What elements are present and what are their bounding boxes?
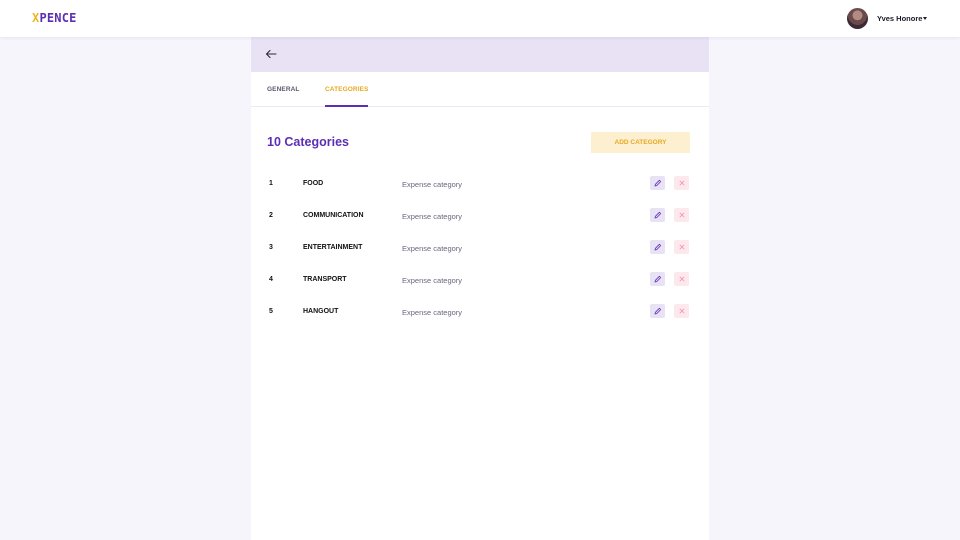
panel-header xyxy=(251,37,709,72)
avatar[interactable] xyxy=(847,8,868,29)
arrow-left-icon[interactable] xyxy=(265,49,277,59)
row-number: 5 xyxy=(269,308,273,315)
tab-bar: GENERAL CATEGORIES xyxy=(251,72,709,107)
user-name[interactable]: Yves Honore xyxy=(877,14,922,23)
close-icon xyxy=(679,276,684,282)
pencil-icon xyxy=(654,211,661,219)
app-logo[interactable]: XPENCE xyxy=(32,11,77,25)
close-icon xyxy=(679,244,684,250)
close-icon xyxy=(679,180,684,186)
pencil-icon xyxy=(654,179,661,187)
logo-rest: PENCE xyxy=(39,11,77,25)
category-description: Expense category xyxy=(402,180,463,189)
delete-button[interactable] xyxy=(674,208,689,222)
tab-categories[interactable]: CATEGORIES xyxy=(325,86,369,93)
caret-down-icon[interactable] xyxy=(923,17,927,20)
delete-button[interactable] xyxy=(674,176,689,190)
pencil-icon xyxy=(654,243,661,251)
category-name: TRANSPORT xyxy=(303,276,347,283)
row-number: 1 xyxy=(269,180,273,187)
edit-button[interactable] xyxy=(650,208,665,222)
category-description: Expense category xyxy=(402,212,463,221)
top-bar: XPENCE Yves Honore xyxy=(0,0,960,37)
category-description: Expense category xyxy=(402,276,463,285)
category-description: Expense category xyxy=(402,308,463,317)
active-tab-indicator xyxy=(325,105,368,107)
close-icon xyxy=(679,212,684,218)
close-icon xyxy=(679,308,684,314)
row-number: 2 xyxy=(269,212,273,219)
category-name: FOOD xyxy=(303,180,324,187)
category-row: 5 HANGOUT Expense category xyxy=(251,302,709,322)
settings-panel: GENERAL CATEGORIES 10 Categories ADD CAT… xyxy=(251,37,709,540)
category-name: HANGOUT xyxy=(303,308,339,315)
category-description: Expense category xyxy=(402,244,463,253)
category-name: COMMUNICATION xyxy=(303,212,364,219)
row-number: 3 xyxy=(269,244,273,251)
pencil-icon xyxy=(654,275,661,283)
category-name: ENTERTAINMENT xyxy=(303,244,363,251)
edit-button[interactable] xyxy=(650,240,665,254)
pencil-icon xyxy=(654,307,661,315)
delete-button[interactable] xyxy=(674,272,689,286)
edit-button[interactable] xyxy=(650,304,665,318)
category-row: 4 TRANSPORT Expense category xyxy=(251,270,709,290)
category-row: 3 ENTERTAINMENT Expense category xyxy=(251,238,709,258)
row-number: 4 xyxy=(269,276,273,283)
add-category-button[interactable]: ADD CATEGORY xyxy=(591,132,690,153)
tab-general[interactable]: GENERAL xyxy=(267,86,299,93)
category-row: 1 FOOD Expense category xyxy=(251,174,709,194)
edit-button[interactable] xyxy=(650,176,665,190)
category-count-title: 10 Categories xyxy=(267,135,349,149)
delete-button[interactable] xyxy=(674,304,689,318)
category-row: 2 COMMUNICATION Expense category xyxy=(251,206,709,226)
edit-button[interactable] xyxy=(650,272,665,286)
delete-button[interactable] xyxy=(674,240,689,254)
